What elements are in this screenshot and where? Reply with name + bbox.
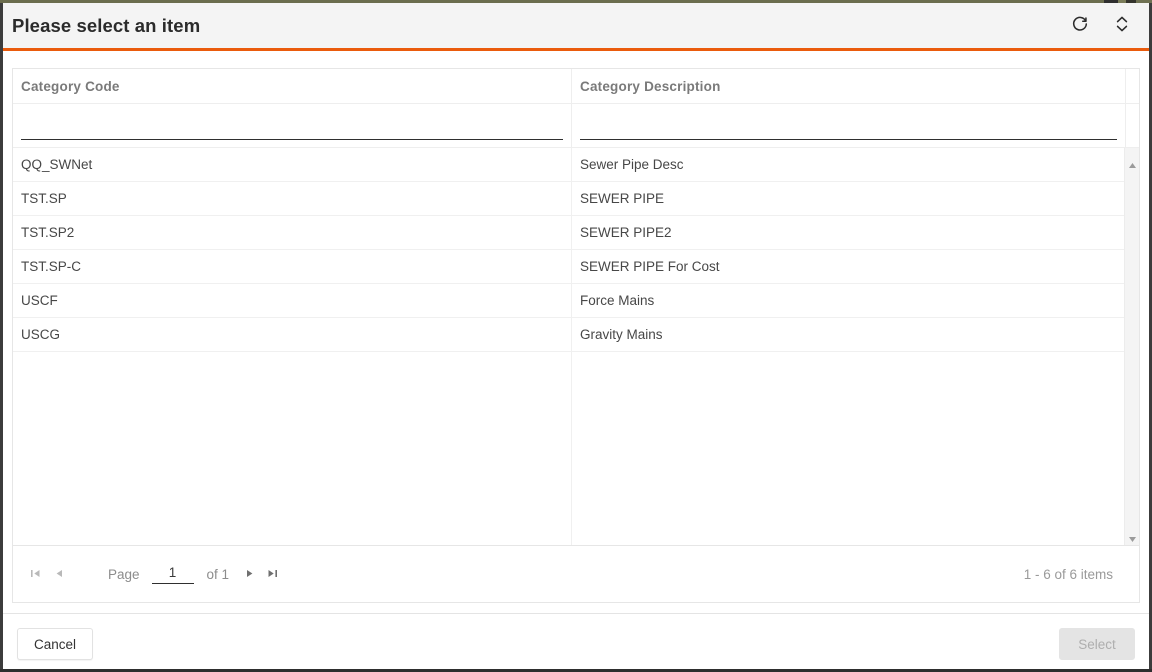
- table-row[interactable]: QQ_SWNet Sewer Pipe Desc: [13, 148, 1139, 182]
- refresh-icon: [1071, 15, 1089, 36]
- page-number-input[interactable]: [151, 564, 194, 584]
- grid-filter-row: [13, 104, 1139, 148]
- dialog-titlebar: Please select an item: [3, 3, 1149, 48]
- select-button[interactable]: Select: [1059, 628, 1135, 660]
- column-separator: [1125, 69, 1126, 103]
- table-row[interactable]: TST.SP SEWER PIPE: [13, 182, 1139, 216]
- cell-category-code: QQ_SWNet: [21, 157, 93, 172]
- cell-category-code: USCF: [21, 293, 58, 308]
- dialog-title: Please select an item: [12, 15, 201, 36]
- column-header-label: Category Description: [580, 78, 721, 94]
- grid-vertical-scrollbar[interactable]: [1124, 148, 1139, 545]
- cancel-button[interactable]: Cancel: [17, 628, 93, 660]
- filter-input-category-description[interactable]: [580, 123, 1117, 140]
- scroll-up-arrow-icon[interactable]: [1128, 156, 1137, 168]
- go-to-next-page-icon: [244, 567, 255, 582]
- table-row[interactable]: USCG Gravity Mains: [13, 318, 1139, 352]
- cell-category-description: SEWER PIPE2: [580, 225, 672, 240]
- scroll-down-arrow-icon[interactable]: [1128, 530, 1137, 542]
- column-header-category-code[interactable]: Category Code: [13, 69, 571, 103]
- grid-pager: Page of 1 1 - 6 of 6 items: [12, 546, 1140, 603]
- go-to-first-page-icon: [30, 567, 41, 582]
- accent-divider: [3, 48, 1149, 51]
- refresh-button[interactable]: [1067, 12, 1093, 38]
- page-count-label: of 1: [206, 566, 230, 582]
- cell-category-code: TST.SP: [21, 191, 67, 206]
- go-to-previous-page-button[interactable]: [48, 562, 70, 586]
- cell-category-code: USCG: [21, 327, 61, 342]
- go-to-last-page-button[interactable]: [261, 562, 283, 586]
- page-label: Page: [108, 566, 140, 582]
- go-to-previous-page-icon: [54, 567, 65, 582]
- cell-category-description: SEWER PIPE For Cost: [580, 259, 720, 274]
- cell-category-code: TST.SP2: [21, 225, 75, 240]
- grid-body: QQ_SWNet Sewer Pipe Desc TST.SP SEWER PIPE T…: [13, 148, 1139, 545]
- cell-category-description: SEWER PIPE: [580, 191, 665, 206]
- application-window: Please select an item Category Code Cate…: [0, 0, 1152, 672]
- chevron-up-down-icon: [1114, 14, 1130, 37]
- collapse-expand-button[interactable]: [1109, 12, 1135, 38]
- select-item-dialog: Please select an item Category Code Cate…: [3, 3, 1149, 669]
- table-row[interactable]: USCF Force Mains: [13, 284, 1139, 318]
- column-header-category-description[interactable]: Category Description: [572, 69, 1125, 103]
- cell-category-code: TST.SP-C: [21, 259, 82, 274]
- grid-header-row: Category Code Category Description: [13, 69, 1139, 104]
- pager-item-summary: 1 - 6 of 6 items: [1023, 566, 1113, 582]
- go-to-first-page-button[interactable]: [24, 562, 46, 586]
- table-row[interactable]: TST.SP-C SEWER PIPE For Cost: [13, 250, 1139, 284]
- column-separator: [1125, 104, 1126, 147]
- items-grid: Category Code Category Description QQ_SW…: [12, 68, 1140, 546]
- filter-cell-category-description: [572, 104, 1125, 147]
- grid-rows: QQ_SWNet Sewer Pipe Desc TST.SP SEWER PIPE T…: [13, 148, 1139, 352]
- column-header-label: Category Code: [21, 78, 120, 94]
- cell-category-description: Gravity Mains: [580, 327, 663, 342]
- go-to-last-page-icon: [267, 567, 278, 582]
- go-to-next-page-button[interactable]: [238, 562, 260, 586]
- titlebar-actions: [1067, 12, 1135, 38]
- body-column-separator: [571, 148, 572, 545]
- cell-category-description: Force Mains: [580, 293, 655, 308]
- dialog-footer: Cancel Select: [3, 613, 1149, 669]
- table-row[interactable]: TST.SP2 SEWER PIPE2: [13, 216, 1139, 250]
- filter-input-category-code[interactable]: [21, 123, 563, 140]
- cell-category-description: Sewer Pipe Desc: [580, 157, 684, 172]
- filter-cell-category-code: [13, 104, 571, 147]
